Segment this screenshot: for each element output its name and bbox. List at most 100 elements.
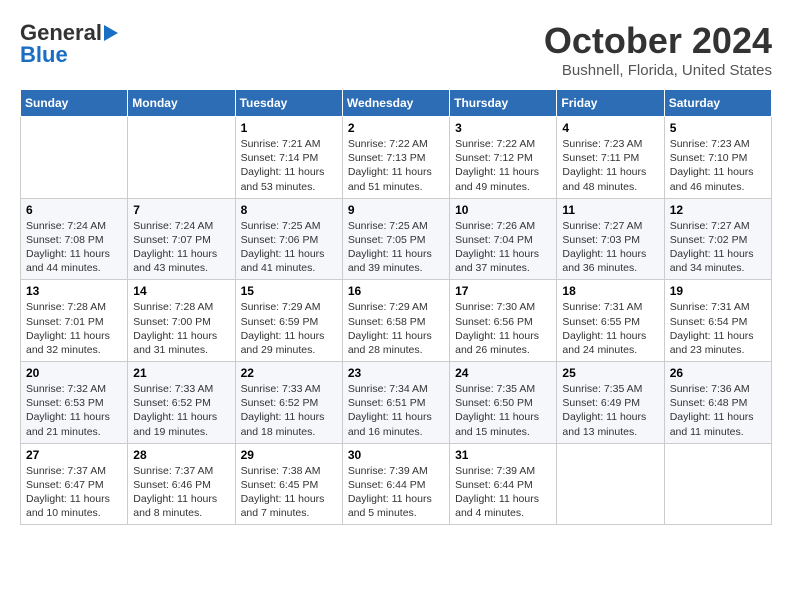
weekday-header-wednesday: Wednesday [342, 90, 449, 117]
day-info: Sunrise: 7:29 AMSunset: 6:58 PMDaylight:… [348, 301, 432, 356]
day-info: Sunrise: 7:38 AMSunset: 6:45 PMDaylight:… [241, 465, 325, 520]
day-info: Sunrise: 7:31 AMSunset: 6:54 PMDaylight:… [670, 301, 754, 356]
day-number: 10 [455, 203, 551, 217]
day-number: 4 [562, 121, 658, 135]
day-number: 30 [348, 448, 444, 462]
day-number: 12 [670, 203, 766, 217]
calendar-week-2: 6 Sunrise: 7:24 AMSunset: 7:08 PMDaylight… [21, 198, 772, 280]
day-info: Sunrise: 7:28 AMSunset: 7:01 PMDaylight:… [26, 301, 110, 356]
weekday-header-tuesday: Tuesday [235, 90, 342, 117]
day-number: 25 [562, 366, 658, 380]
calendar-cell: 20Sunrise: 7:32 AMSunset: 6:53 PMDayligh… [21, 362, 128, 444]
logo-blue: Blue [20, 42, 68, 68]
day-info: Sunrise: 7:28 AMSunset: 7:00 PMDaylight:… [133, 301, 217, 356]
calendar-cell: 28 Sunrise: 7:37 AMSunset: 6:46 PMDayligh… [128, 443, 235, 525]
logo-arrow-icon [104, 25, 118, 41]
day-info: Sunrise: 7:25 AMSunset: 7:06 PMDaylight:… [241, 220, 325, 275]
calendar-week-3: 13 Sunrise: 7:28 AMSunset: 7:01 PMDayligh… [21, 280, 772, 362]
calendar-cell [128, 117, 235, 199]
logo: General Blue [20, 20, 118, 68]
day-info: Sunrise: 7:24 AMSunset: 7:07 PMDaylight:… [133, 220, 217, 275]
day-info: Sunrise: 7:37 AMSunset: 6:47 PMDaylight:… [26, 465, 110, 520]
day-info: Sunrise: 7:35 AMSunset: 6:49 PMDaylight:… [562, 383, 646, 438]
calendar-cell: 21Sunrise: 7:33 AMSunset: 6:52 PMDayligh… [128, 362, 235, 444]
day-info: Sunrise: 7:36 AMSunset: 6:48 PMDaylight:… [670, 383, 754, 438]
day-number: 27 [26, 448, 122, 462]
day-number: 23 [348, 366, 444, 380]
calendar-cell: 16 Sunrise: 7:29 AMSunset: 6:58 PMDayligh… [342, 280, 449, 362]
day-info: Sunrise: 7:22 AMSunset: 7:12 PMDaylight:… [455, 138, 539, 193]
calendar-cell: 9 Sunrise: 7:25 AMSunset: 7:05 PMDaylight… [342, 198, 449, 280]
day-info: Sunrise: 7:37 AMSunset: 6:46 PMDaylight:… [133, 465, 217, 520]
day-number: 9 [348, 203, 444, 217]
page-header: General Blue October 2024 Bushnell, Flor… [20, 20, 772, 79]
calendar-week-4: 20Sunrise: 7:32 AMSunset: 6:53 PMDayligh… [21, 362, 772, 444]
calendar-cell: 17Sunrise: 7:30 AMSunset: 6:56 PMDayligh… [450, 280, 557, 362]
calendar-cell: 18Sunrise: 7:31 AMSunset: 6:55 PMDayligh… [557, 280, 664, 362]
weekday-header-thursday: Thursday [450, 90, 557, 117]
day-number: 16 [348, 284, 444, 298]
day-info: Sunrise: 7:34 AMSunset: 6:51 PMDaylight:… [348, 383, 432, 438]
day-info: Sunrise: 7:26 AMSunset: 7:04 PMDaylight:… [455, 220, 539, 275]
calendar-cell: 1Sunrise: 7:21 AMSunset: 7:14 PMDaylight… [235, 117, 342, 199]
day-info: Sunrise: 7:23 AMSunset: 7:11 PMDaylight:… [562, 138, 646, 193]
calendar-cell: 26 Sunrise: 7:36 AMSunset: 6:48 PMDayligh… [664, 362, 771, 444]
calendar-cell: 15 Sunrise: 7:29 AMSunset: 6:59 PMDayligh… [235, 280, 342, 362]
weekday-header-friday: Friday [557, 90, 664, 117]
day-number: 15 [241, 284, 337, 298]
calendar-cell: 5 Sunrise: 7:23 AMSunset: 7:10 PMDaylight… [664, 117, 771, 199]
location: Bushnell, Florida, United States [544, 62, 772, 79]
day-info: Sunrise: 7:27 AMSunset: 7:02 PMDaylight:… [670, 220, 754, 275]
calendar-cell [21, 117, 128, 199]
day-number: 21 [133, 366, 229, 380]
calendar-cell: 4 Sunrise: 7:23 AMSunset: 7:11 PMDaylight… [557, 117, 664, 199]
day-number: 2 [348, 121, 444, 135]
calendar-cell [557, 443, 664, 525]
day-number: 1 [241, 121, 337, 135]
calendar-cell: 29Sunrise: 7:38 AMSunset: 6:45 PMDayligh… [235, 443, 342, 525]
day-number: 19 [670, 284, 766, 298]
calendar-cell: 27 Sunrise: 7:37 AMSunset: 6:47 PMDayligh… [21, 443, 128, 525]
day-info: Sunrise: 7:39 AMSunset: 6:44 PMDaylight:… [455, 465, 539, 520]
day-info: Sunrise: 7:35 AMSunset: 6:50 PMDaylight:… [455, 383, 539, 438]
day-number: 17 [455, 284, 551, 298]
calendar-cell: 10 Sunrise: 7:26 AMSunset: 7:04 PMDayligh… [450, 198, 557, 280]
day-number: 24 [455, 366, 551, 380]
day-number: 14 [133, 284, 229, 298]
day-info: Sunrise: 7:33 AMSunset: 6:52 PMDaylight:… [241, 383, 325, 438]
calendar-cell: 12 Sunrise: 7:27 AMSunset: 7:02 PMDayligh… [664, 198, 771, 280]
day-info: Sunrise: 7:23 AMSunset: 7:10 PMDaylight:… [670, 138, 754, 193]
calendar-cell: 3 Sunrise: 7:22 AMSunset: 7:12 PMDaylight… [450, 117, 557, 199]
calendar-cell: 14 Sunrise: 7:28 AMSunset: 7:00 PMDayligh… [128, 280, 235, 362]
calendar-cell: 19 Sunrise: 7:31 AMSunset: 6:54 PMDayligh… [664, 280, 771, 362]
calendar-cell: 22Sunrise: 7:33 AMSunset: 6:52 PMDayligh… [235, 362, 342, 444]
weekday-header-sunday: Sunday [21, 90, 128, 117]
day-number: 7 [133, 203, 229, 217]
day-info: Sunrise: 7:25 AMSunset: 7:05 PMDaylight:… [348, 220, 432, 275]
day-number: 3 [455, 121, 551, 135]
day-number: 5 [670, 121, 766, 135]
day-number: 20 [26, 366, 122, 380]
calendar-week-5: 27 Sunrise: 7:37 AMSunset: 6:47 PMDayligh… [21, 443, 772, 525]
weekday-header-monday: Monday [128, 90, 235, 117]
calendar-cell: 24 Sunrise: 7:35 AMSunset: 6:50 PMDayligh… [450, 362, 557, 444]
day-info: Sunrise: 7:22 AMSunset: 7:13 PMDaylight:… [348, 138, 432, 193]
day-number: 8 [241, 203, 337, 217]
calendar-header-row: SundayMondayTuesdayWednesdayThursdayFrid… [21, 90, 772, 117]
day-number: 28 [133, 448, 229, 462]
day-info: Sunrise: 7:29 AMSunset: 6:59 PMDaylight:… [241, 301, 325, 356]
calendar-cell: 11Sunrise: 7:27 AMSunset: 7:03 PMDayligh… [557, 198, 664, 280]
calendar-week-1: 1Sunrise: 7:21 AMSunset: 7:14 PMDaylight… [21, 117, 772, 199]
calendar-cell: 30Sunrise: 7:39 AMSunset: 6:44 PMDayligh… [342, 443, 449, 525]
calendar-cell: 31 Sunrise: 7:39 AMSunset: 6:44 PMDayligh… [450, 443, 557, 525]
day-number: 31 [455, 448, 551, 462]
title-block: October 2024 Bushnell, Florida, United S… [544, 20, 772, 79]
calendar-cell: 7 Sunrise: 7:24 AMSunset: 7:07 PMDaylight… [128, 198, 235, 280]
calendar-cell: 6 Sunrise: 7:24 AMSunset: 7:08 PMDaylight… [21, 198, 128, 280]
day-number: 6 [26, 203, 122, 217]
day-number: 26 [670, 366, 766, 380]
day-info: Sunrise: 7:24 AMSunset: 7:08 PMDaylight:… [26, 220, 110, 275]
calendar-cell: 13 Sunrise: 7:28 AMSunset: 7:01 PMDayligh… [21, 280, 128, 362]
calendar-table: SundayMondayTuesdayWednesdayThursdayFrid… [20, 89, 772, 525]
day-number: 13 [26, 284, 122, 298]
